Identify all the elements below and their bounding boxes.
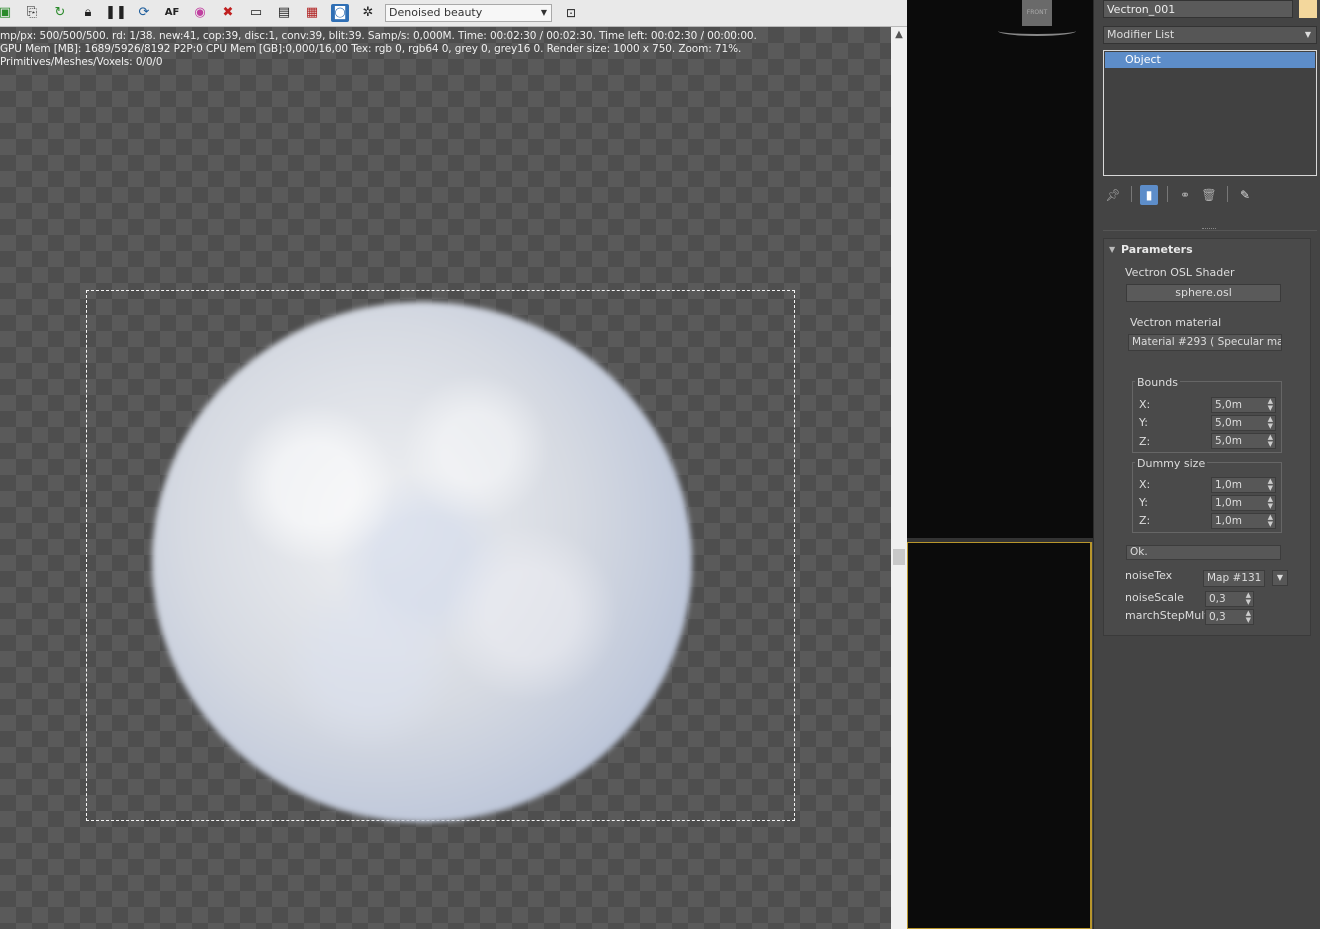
viewcube[interactable]: FRONT <box>1022 0 1052 26</box>
render-stats-line-2: GPU Mem [MB]: 1689/5926/8192 P2P:0 CPU M… <box>0 43 742 55</box>
spinner-arrows-icon[interactable]: ▲ ▼ <box>1268 478 1273 492</box>
modifier-list-label: Modifier List <box>1107 28 1175 41</box>
spinner-arrows-icon[interactable]: ▲ ▼ <box>1268 434 1273 448</box>
bounds-y-label: Y: <box>1139 416 1148 429</box>
material-label: Vectron material <box>1130 316 1222 329</box>
toolbar-divider <box>1131 186 1132 202</box>
display-icon[interactable]: ▭ <box>247 4 265 22</box>
modifier-list-dropdown[interactable]: Modifier List ▼ <box>1103 26 1317 44</box>
render-pass-value: Denoised beauty <box>389 6 483 19</box>
refresh-icon[interactable]: ↻ <box>51 4 69 22</box>
dummy-size-title: Dummy size <box>1135 457 1208 470</box>
viewcube-ring[interactable] <box>998 26 1076 36</box>
camera-icon[interactable]: ◙ <box>331 4 349 22</box>
make-unique-icon[interactable]: ⚭ <box>1176 185 1194 205</box>
restart-render-icon[interactable]: ⟳ <box>135 4 153 22</box>
object-name-input[interactable]: Vectron_001 <box>1103 0 1293 18</box>
copy-image-icon[interactable]: ⎘ <box>23 4 41 22</box>
noisetex-label: noiseTex <box>1125 569 1173 582</box>
noisetex-map-button[interactable]: Map #131 ( Noise ) <box>1203 570 1265 587</box>
dummy-x-spinner[interactable]: 1,0m ▲ ▼ <box>1211 477 1276 493</box>
shader-label: Vectron OSL Shader <box>1125 266 1235 279</box>
color-picker-icon[interactable]: ◉ <box>191 4 209 22</box>
toolbar-divider <box>1227 186 1228 202</box>
save-image-icon[interactable]: ▣ <box>0 4 14 22</box>
render-stats-line-1: mp/px: 500/500/500. rd: 1/38. new:41, co… <box>0 30 757 42</box>
rollout-title: Parameters <box>1121 243 1193 256</box>
toolbar-divider <box>1167 186 1168 202</box>
bounds-y-value: 5,0m <box>1215 417 1242 429</box>
autofocus-icon[interactable]: AF <box>163 4 181 22</box>
render-stats-line-3: Primitives/Meshes/Voxels: 0/0/0 <box>0 56 163 68</box>
remove-modifier-icon[interactable]: 🗑︎ <box>1200 185 1218 205</box>
vertical-scrollbar[interactable]: ▲ <box>891 27 907 929</box>
bounds-z-label: Z: <box>1139 435 1151 448</box>
bounds-z-spinner[interactable]: 5,0m ▲ ▼ <box>1211 433 1276 449</box>
show-end-result-icon[interactable]: ▮ <box>1140 185 1158 205</box>
fit-window-icon[interactable]: ⊡ <box>562 4 580 22</box>
bounds-y-spinner[interactable]: 5,0m ▲ ▼ <box>1211 415 1276 431</box>
render-frame-window: ▣ ⎘ ↻ 🔒︎ ❚❚ ⟳ AF ◉ ✖ ▭ ▤ ▦ ◙ ✲ Denoised … <box>0 0 907 929</box>
bounds-title: Bounds <box>1135 376 1180 389</box>
spinner-arrows-icon[interactable]: ▲ ▼ <box>1268 514 1273 528</box>
viewport-bottom-active[interactable] <box>907 542 1092 929</box>
chevron-down-icon: ▼ <box>540 8 547 17</box>
dummy-x-label: X: <box>1139 478 1151 491</box>
clear-icon[interactable]: ✖ <box>219 4 237 22</box>
dummy-y-spinner[interactable]: 1,0m ▲ ▼ <box>1211 495 1276 511</box>
splitter-grip-icon[interactable] <box>1202 228 1216 232</box>
noisescale-value: 0,3 <box>1209 593 1226 605</box>
spinner-arrows-icon[interactable]: ▲ ▼ <box>1268 398 1273 412</box>
pause-icon[interactable]: ❚❚ <box>105 4 127 22</box>
dummy-y-value: 1,0m <box>1215 497 1242 509</box>
scrollbar-thumb[interactable] <box>893 549 905 565</box>
film-icon[interactable]: ▤ <box>275 4 293 22</box>
dummy-z-label: Z: <box>1139 514 1151 527</box>
spinner-arrows-icon[interactable]: ▲ ▼ <box>1246 592 1251 606</box>
spinner-arrows-icon[interactable]: ▲ ▼ <box>1246 610 1251 624</box>
modifier-stack[interactable]: Object <box>1103 50 1317 176</box>
rollout-header[interactable]: ▼ Parameters <box>1104 241 1310 259</box>
render-canvas[interactable]: mp/px: 500/500/500. rd: 1/38. new:41, co… <box>0 27 891 929</box>
marchstep-value: 0,3 <box>1209 611 1226 623</box>
parameters-rollout: ▼ Parameters Vectron OSL Shader sphere.o… <box>1103 238 1311 636</box>
settings-icon[interactable]: ✲ <box>359 4 377 22</box>
bounds-x-value: 5,0m <box>1215 399 1242 411</box>
object-color-swatch[interactable] <box>1299 0 1317 18</box>
command-panel: Vectron_001 Modifier List ▼ Object 📌︎ ▮ … <box>1093 0 1320 929</box>
chevron-down-icon: ▼ <box>1304 30 1311 39</box>
dummy-z-value: 1,0m <box>1215 515 1242 527</box>
dummy-x-value: 1,0m <box>1215 479 1242 491</box>
marchstep-spinner[interactable]: 0,3 ▲ ▼ <box>1205 609 1254 625</box>
render-region-icon[interactable]: ▦ <box>303 4 321 22</box>
object-name-value: Vectron_001 <box>1107 3 1176 16</box>
bounds-x-spinner[interactable]: 5,0m ▲ ▼ <box>1211 397 1276 413</box>
configure-modifier-sets-icon[interactable]: ✎ <box>1236 185 1254 205</box>
spinner-arrows-icon[interactable]: ▲ ▼ <box>1268 416 1273 430</box>
render-pass-dropdown[interactable]: Denoised beauty ▼ <box>385 4 552 22</box>
noisescale-label: noiseScale <box>1125 591 1184 604</box>
lock-icon[interactable]: 🔒︎ <box>79 4 97 22</box>
shader-file-button[interactable]: sphere.osl <box>1126 284 1281 302</box>
scroll-up-arrow-icon[interactable]: ▲ <box>891 27 907 43</box>
dummy-y-label: Y: <box>1139 496 1148 509</box>
render-toolbar: ▣ ⎘ ↻ 🔒︎ ❚❚ ⟳ AF ◉ ✖ ▭ ▤ ▦ ◙ ✲ Denoised … <box>0 0 907 27</box>
rendered-cloud-sphere <box>152 302 692 822</box>
spinner-arrows-icon[interactable]: ▲ ▼ <box>1268 496 1273 510</box>
viewcube-label: FRONT <box>1026 9 1048 16</box>
viewport-top[interactable] <box>907 0 1093 538</box>
noisescale-spinner[interactable]: 0,3 ▲ ▼ <box>1205 591 1254 607</box>
bounds-z-value: 5,0m <box>1215 435 1242 447</box>
status-field: Ok. <box>1126 545 1281 560</box>
collapse-triangle-icon[interactable]: ▼ <box>1109 241 1115 259</box>
bounds-x-label: X: <box>1139 398 1151 411</box>
noisetex-dropdown-icon[interactable]: ▼ <box>1272 570 1288 586</box>
stack-item-object[interactable]: Object <box>1105 52 1315 68</box>
material-field[interactable]: Material #293 ( Specular material ) <box>1128 334 1282 351</box>
pin-stack-icon[interactable]: 📌︎ <box>1104 185 1122 205</box>
dummy-z-spinner[interactable]: 1,0m ▲ ▼ <box>1211 513 1276 529</box>
